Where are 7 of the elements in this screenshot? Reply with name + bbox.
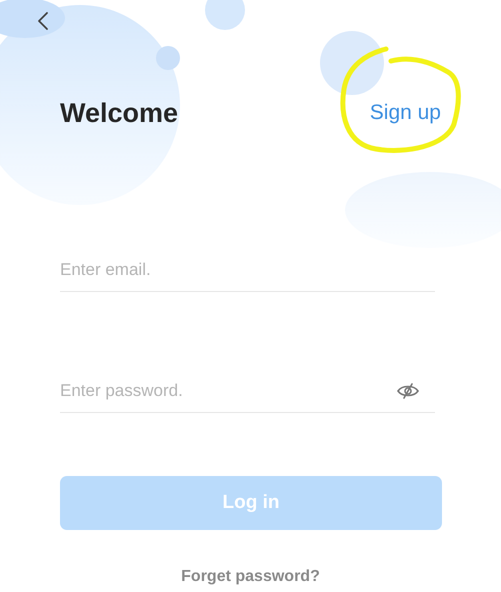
forgot-password-link[interactable]: Forget password?: [181, 568, 320, 586]
password-field[interactable]: Enter password.: [60, 381, 397, 401]
sign-up-link[interactable]: Sign up: [370, 101, 441, 124]
welcome-heading: Welcome: [60, 98, 178, 128]
eye-slash-icon[interactable]: [397, 382, 419, 400]
email-field[interactable]: Enter email.: [60, 260, 435, 280]
back-icon[interactable]: [36, 10, 50, 30]
